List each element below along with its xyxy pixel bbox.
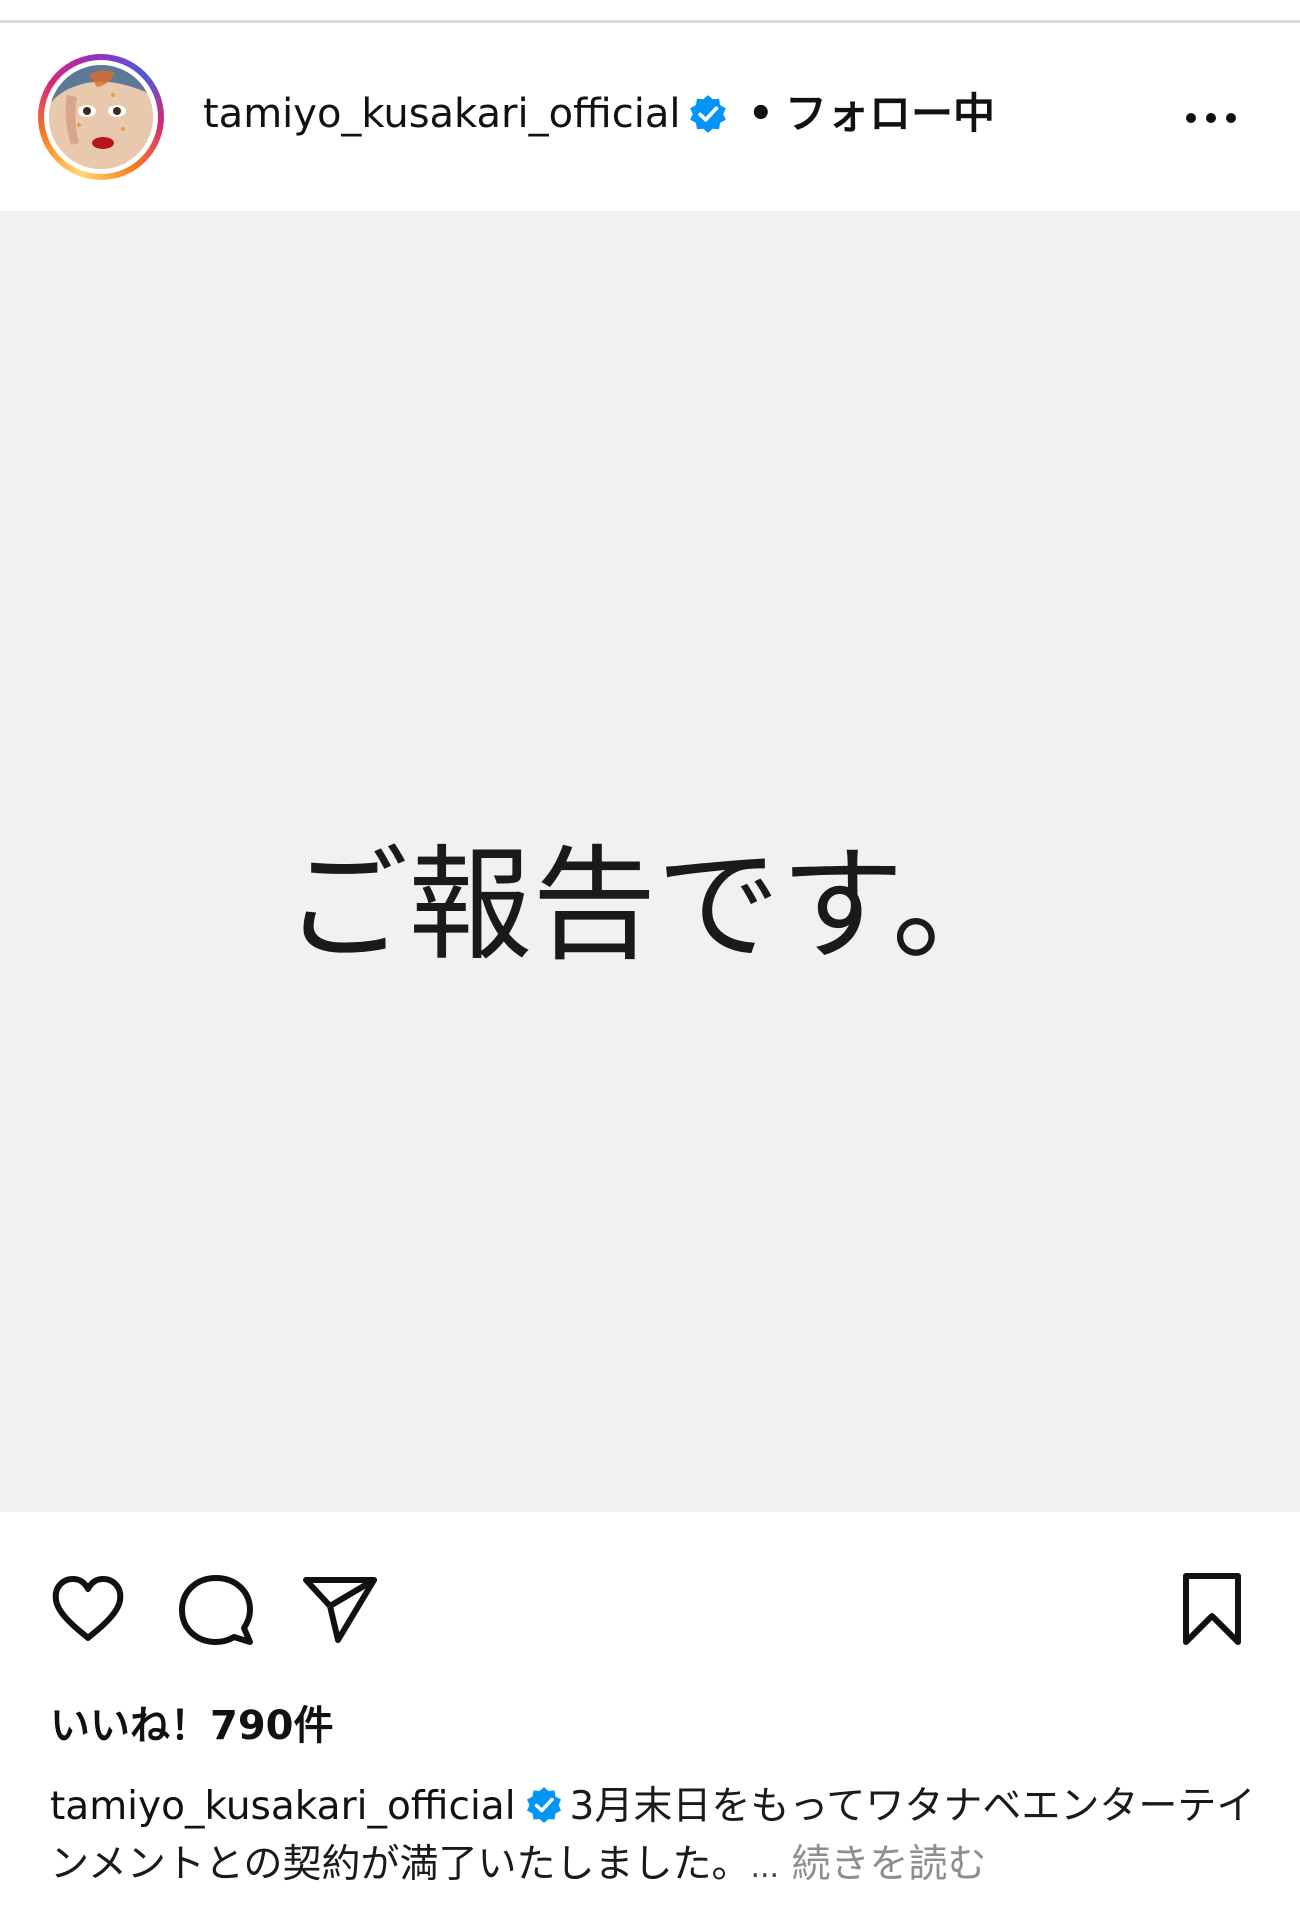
more-options-icon[interactable] [1180, 93, 1242, 143]
post-caption: tamiyo_kusakari_official 3月末日をもってワタナベエンター… [50, 1778, 1260, 1897]
heart-icon[interactable] [48, 1570, 128, 1650]
bookmark-icon[interactable] [1172, 1570, 1252, 1650]
profile-avatar [49, 65, 153, 169]
caption-username[interactable]: tamiyo_kusakari_official [50, 1784, 516, 1829]
verified-badge-icon [690, 95, 726, 133]
story-ring-avatar[interactable] [38, 54, 164, 180]
avatar-portrait [49, 65, 153, 169]
post-header: tamiyo_kusakari_official • フォロー中 [0, 23, 1300, 211]
paper-plane-icon[interactable] [300, 1570, 380, 1650]
post-username[interactable]: tamiyo_kusakari_official [203, 89, 680, 139]
header-separator: • [748, 91, 774, 137]
post-image-text: ご報告です。 [284, 834, 1016, 978]
read-more-link[interactable]: 続きを読む [791, 1842, 986, 1887]
following-button[interactable]: フォロー中 [785, 89, 995, 139]
like-count[interactable]: いいね！790件 [50, 1700, 334, 1752]
comment-icon[interactable] [176, 1570, 256, 1650]
post-image[interactable]: ご報告です。 [0, 211, 1300, 1512]
verified-badge-icon [526, 1787, 561, 1823]
caption-ellipsis: ... [750, 1850, 780, 1885]
